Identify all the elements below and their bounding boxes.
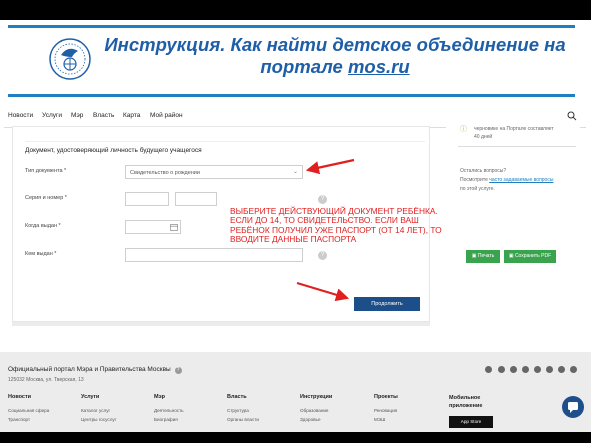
calendar-icon bbox=[170, 224, 178, 231]
app-store-badge[interactable]: App Store bbox=[449, 416, 493, 428]
footer-col-government[interactable]: Власть bbox=[227, 394, 247, 400]
header-top-line bbox=[8, 25, 575, 28]
rss-icon[interactable] bbox=[570, 366, 577, 373]
footer-address: 125032 Москва, ул. Тверская, 13 bbox=[8, 377, 84, 383]
telegram-icon[interactable] bbox=[522, 366, 529, 373]
chat-button[interactable] bbox=[562, 396, 584, 418]
doc-type-value: Свидетельство о рождении bbox=[130, 170, 200, 176]
footer-title-text: Официальный портал Мэра и Правительства … bbox=[8, 366, 171, 373]
footer-link[interactable]: Социальная сфера bbox=[8, 408, 49, 413]
footer-col-services[interactable]: Услуги bbox=[81, 394, 99, 400]
portal-screenshot: Новости Услуги Мэр Власть Карта Мой райо… bbox=[4, 98, 586, 354]
instagram-icon[interactable] bbox=[558, 366, 565, 373]
issued-by-label: Кем выдан * bbox=[25, 251, 57, 257]
save-pdf-label: Сохранить PDF bbox=[514, 253, 552, 259]
divider bbox=[25, 141, 425, 142]
footer-link[interactable]: Органы власти bbox=[227, 417, 259, 422]
help-icon[interactable]: ? bbox=[318, 251, 327, 260]
header-bottom-line bbox=[8, 94, 575, 97]
footer-link[interactable]: Образование bbox=[300, 408, 328, 413]
facebook-icon[interactable] bbox=[510, 366, 517, 373]
footer-link[interactable]: Деятельность bbox=[154, 408, 184, 413]
nav-item-mayor[interactable]: Мэр bbox=[71, 112, 83, 119]
number-input[interactable] bbox=[175, 192, 217, 206]
sidebar-text-2: 40 дней bbox=[474, 134, 493, 140]
top-black-band bbox=[0, 0, 591, 20]
continue-button[interactable]: Продолжить bbox=[354, 297, 420, 311]
doc-type-label: Тип документа * bbox=[25, 168, 67, 174]
doc-type-select[interactable]: Свидетельство о рождении ⌄ bbox=[125, 165, 303, 179]
instruction-annotation: Выберите действующий документ ребёнка. Е… bbox=[230, 206, 442, 245]
slide-title-text: Инструкция. Как найти детское объединени… bbox=[104, 34, 566, 77]
chevron-down-icon: ⌄ bbox=[292, 169, 298, 175]
form-section-title: Документ, удостоверяющий личность будуще… bbox=[25, 147, 202, 154]
print-label: Печать bbox=[477, 253, 495, 259]
sidebar-faq-prefix: Посмотрите bbox=[460, 177, 488, 183]
info-sidebar: ⓘ черновике на Портале составляет 40 дне… bbox=[446, 124, 580, 274]
footer-col-news[interactable]: Новости bbox=[8, 394, 31, 400]
help-icon[interactable]: ? bbox=[174, 367, 182, 374]
sidebar-text-1: черновике на Портале составляет bbox=[474, 126, 554, 132]
nav-item-map[interactable]: Карта bbox=[123, 112, 140, 119]
save-pdf-button[interactable]: ▣ Сохранить PDF bbox=[504, 250, 556, 263]
issued-when-label: Когда выдан * bbox=[25, 223, 61, 229]
footer-col-mobile-app[interactable]: Мобильное приложение bbox=[449, 394, 509, 410]
footer-link[interactable]: Здоровье bbox=[300, 417, 321, 422]
faq-link[interactable]: часто задаваемые вопросы bbox=[489, 177, 553, 183]
twitter-icon[interactable] bbox=[498, 366, 505, 373]
vk-icon[interactable] bbox=[485, 366, 492, 373]
sidebar-questions: Остались вопросы? bbox=[460, 168, 507, 174]
footer-link[interactable]: МЭШ bbox=[374, 417, 385, 422]
ok-icon[interactable] bbox=[546, 366, 553, 373]
footer-col-mayor[interactable]: Мэр bbox=[154, 394, 165, 400]
info-icon: ⓘ bbox=[460, 126, 467, 133]
chat-icon bbox=[568, 402, 578, 413]
youtube-icon[interactable] bbox=[534, 366, 541, 373]
portal-footer: Официальный портал Мэра и Правительства … bbox=[0, 352, 591, 432]
bottom-black-band bbox=[0, 432, 591, 443]
slide: Инструкция. Как найти детское объединени… bbox=[0, 0, 591, 443]
sidebar-divider bbox=[458, 146, 576, 147]
panel-shadow bbox=[12, 322, 430, 326]
footer-link[interactable]: Реновация bbox=[374, 408, 397, 413]
nav-item-government[interactable]: Власть bbox=[93, 112, 114, 119]
nav-item-news[interactable]: Новости bbox=[8, 112, 33, 119]
print-button[interactable]: ▣ Печать bbox=[466, 250, 500, 263]
footer-link[interactable]: Биография bbox=[154, 417, 178, 422]
footer-col-instructions[interactable]: Инструкции bbox=[300, 394, 332, 400]
footer-title: Официальный портал Мэра и Правительства … bbox=[8, 366, 182, 374]
nav-item-my-district[interactable]: Мой район bbox=[150, 112, 183, 119]
issued-date-input[interactable] bbox=[125, 220, 181, 234]
search-icon[interactable] bbox=[567, 111, 577, 121]
series-input[interactable] bbox=[125, 192, 169, 206]
footer-link[interactable]: Транспорт bbox=[8, 417, 30, 422]
slide-title: Инструкция. Как найти детское объединени… bbox=[100, 34, 570, 78]
slide-title-link: mos.ru bbox=[347, 56, 410, 77]
footer-link[interactable]: Каталог услуг bbox=[81, 408, 110, 413]
sidebar-faq-end: по этой услуге. bbox=[460, 186, 495, 192]
footer-col-projects[interactable]: Проекты bbox=[374, 394, 398, 400]
issued-by-input[interactable] bbox=[125, 248, 303, 262]
footer-link[interactable]: Структура bbox=[227, 408, 249, 413]
help-icon[interactable]: ? bbox=[318, 195, 327, 204]
school-logo-icon bbox=[49, 38, 91, 80]
sidebar-faq: Посмотрите часто задаваемые вопросы bbox=[460, 177, 580, 184]
nav-item-services[interactable]: Услуги bbox=[42, 112, 62, 119]
footer-link[interactable]: Центры госуслуг bbox=[81, 417, 116, 422]
series-label: Серия и номер * bbox=[25, 195, 67, 201]
